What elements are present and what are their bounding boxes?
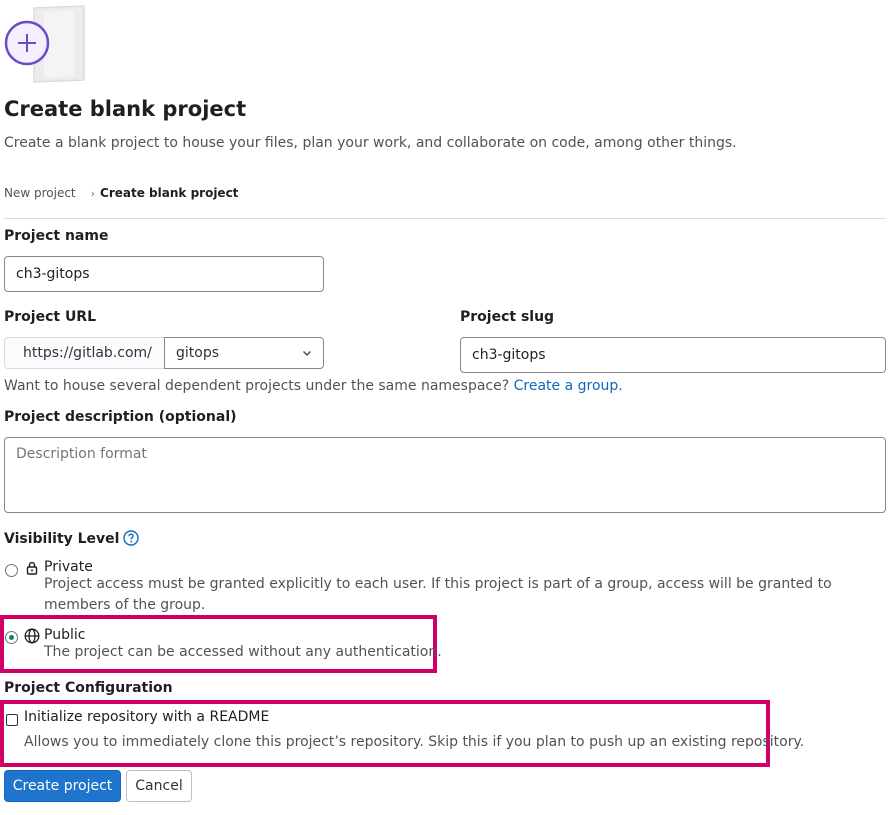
description-label: Project description (optional): [4, 409, 237, 425]
visibility-public-label: Public: [44, 627, 86, 643]
namespace-helper-message: Want to house several dependent projects…: [4, 378, 510, 394]
project-configuration-label: Project Configuration: [4, 680, 173, 696]
project-url-prefix-text: https://gitlab.com/: [23, 345, 152, 361]
breadcrumb-separator: ›: [90, 186, 96, 200]
visibility-private-radio[interactable]: [5, 564, 18, 577]
breadcrumb-new-project[interactable]: New project: [4, 186, 76, 200]
visibility-public-radio[interactable]: [5, 631, 18, 644]
globe-icon: [24, 628, 40, 644]
question-circle-icon[interactable]: [123, 530, 140, 546]
project-url-prefix: https://gitlab.com/: [4, 337, 165, 369]
visibility-private-description: Project access must be granted explicitl…: [44, 576, 832, 613]
project-slug-input[interactable]: [460, 337, 886, 373]
namespace-select[interactable]: gitops: [164, 337, 324, 369]
description-textarea[interactable]: [4, 437, 886, 513]
page-subtitle: Create a blank project to house your fil…: [4, 135, 737, 151]
create-group-link[interactable]: Create a group.: [514, 378, 623, 394]
project-url-label: Project URL: [4, 309, 97, 325]
namespace-helper-text: Want to house several dependent projects…: [4, 378, 623, 394]
breadcrumb: New project › Create blank project: [4, 186, 238, 200]
page-title: Create blank project: [4, 97, 247, 121]
project-slug-label: Project slug: [460, 309, 555, 325]
project-name-label: Project name: [4, 228, 109, 244]
cancel-button[interactable]: Cancel: [126, 770, 192, 802]
radio-selected-dot: [9, 635, 14, 640]
project-name-input[interactable]: [4, 256, 324, 292]
visibility-level-label: Visibility Level: [4, 530, 140, 547]
initialize-readme-description: Allows you to immediately clone this pro…: [24, 734, 805, 750]
visibility-level-text: Visibility Level: [4, 531, 120, 547]
namespace-select-value: gitops: [176, 345, 220, 361]
lock-icon: [26, 561, 38, 575]
header-divider: [4, 218, 886, 219]
visibility-public-description: The project can be accessed without any …: [44, 644, 442, 660]
new-project-illustration: [4, 5, 85, 83]
initialize-readme-checkbox[interactable]: [6, 714, 18, 726]
create-project-button[interactable]: Create project: [4, 770, 121, 802]
visibility-private-label: Private: [44, 559, 93, 575]
breadcrumb-current: Create blank project: [100, 186, 239, 200]
initialize-readme-label[interactable]: Initialize repository with a README: [24, 709, 269, 725]
chevron-down-icon: [302, 350, 312, 357]
